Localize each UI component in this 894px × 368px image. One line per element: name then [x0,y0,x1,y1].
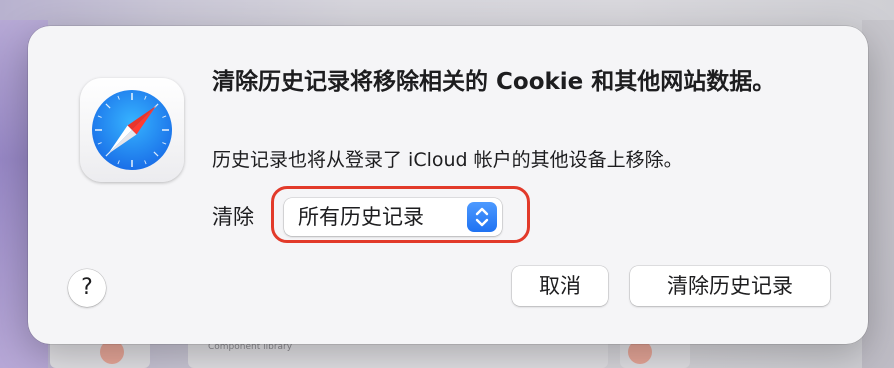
dialog-message: 历史记录也将从登录了 iCloud 帐户的其他设备上移除。 [212,149,683,171]
clear-history-dialog: 清除历史记录将移除相关的 Cookie 和其他网站数据。 历史记录也将从登录了 … [28,26,868,344]
help-button[interactable]: ? [68,269,106,307]
clear-history-button[interactable]: 清除历史记录 [630,266,830,306]
clear-range-label: 清除 [212,205,254,229]
dialog-title: 清除历史记录将移除相关的 Cookie 和其他网站数据。 [212,69,776,95]
safari-compass-icon [80,78,184,182]
annotation-highlight-ring [271,186,530,243]
cancel-button[interactable]: 取消 [512,266,608,306]
